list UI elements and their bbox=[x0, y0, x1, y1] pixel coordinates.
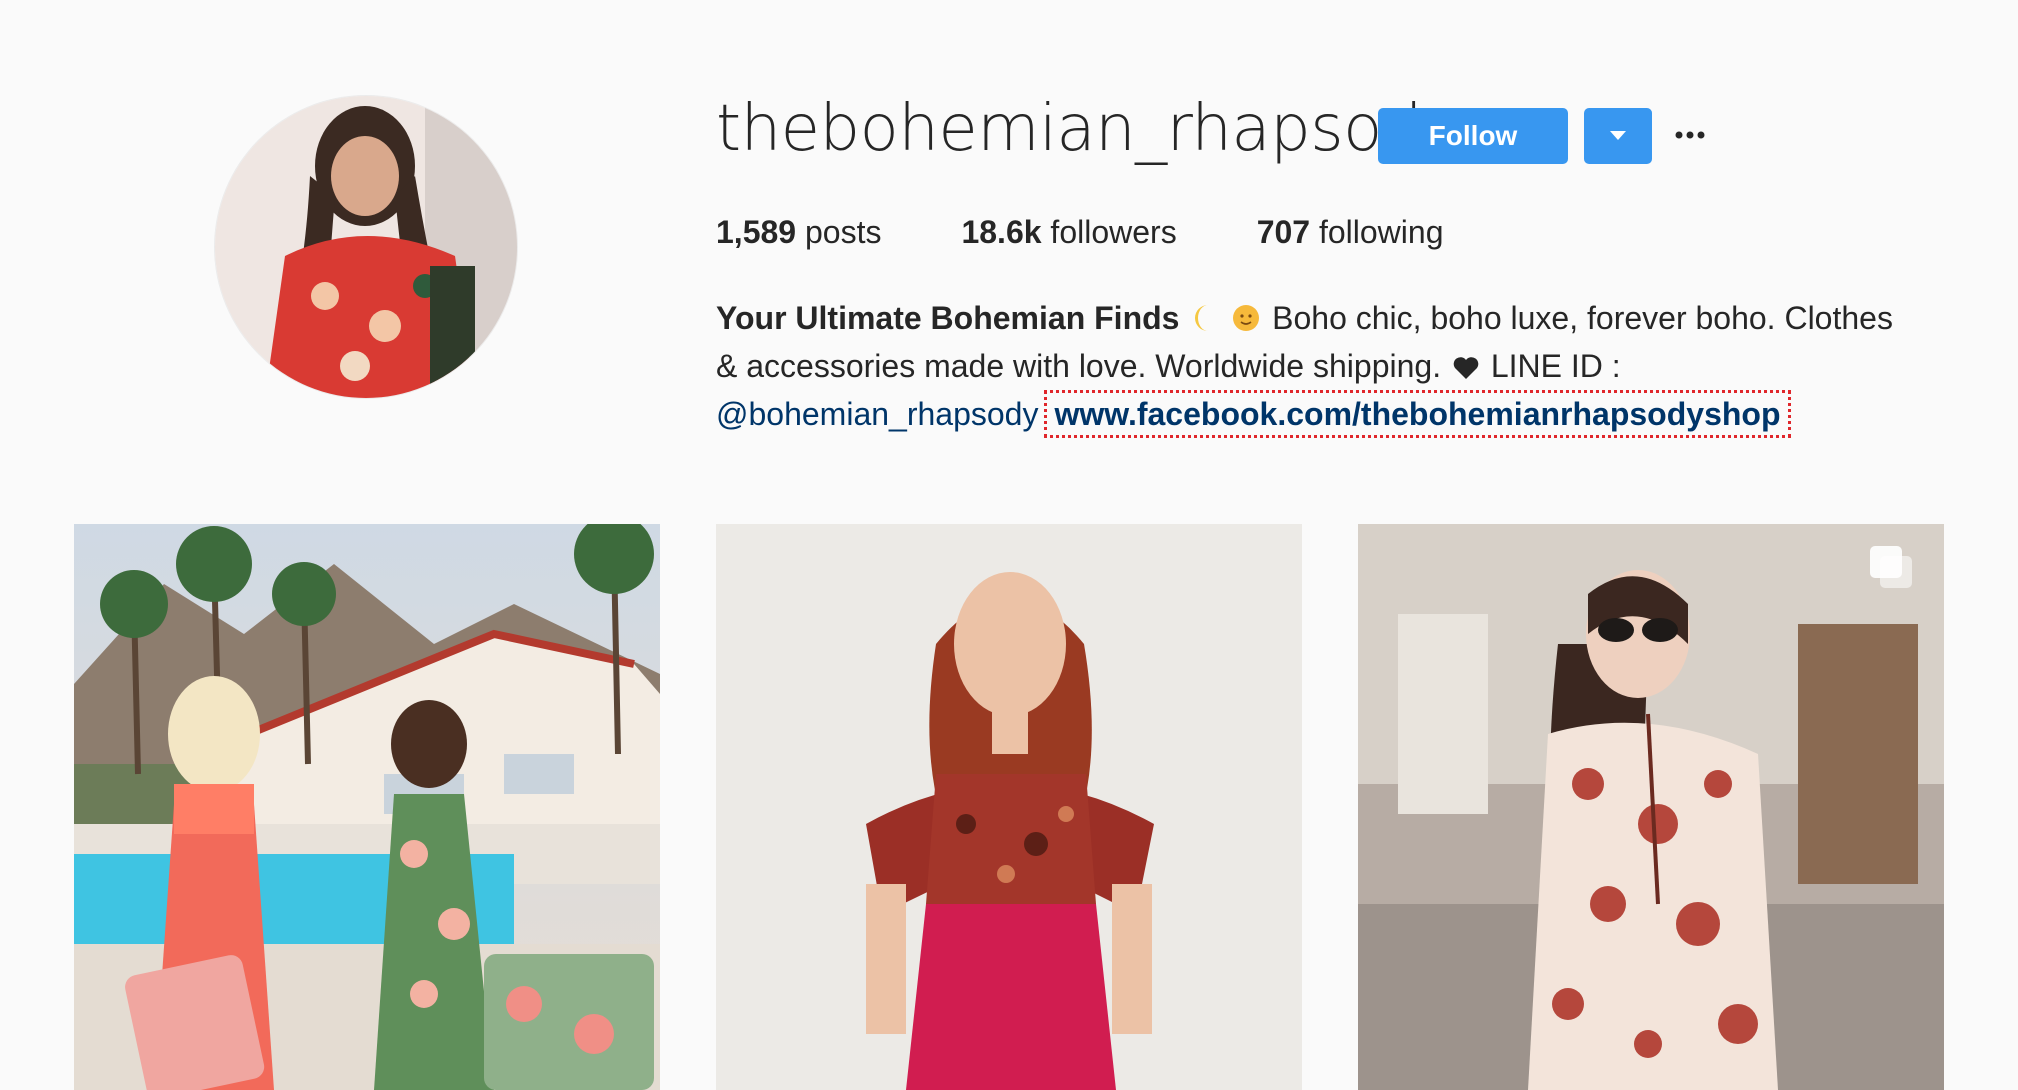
profile-username: thebohemian_rhapsody bbox=[716, 92, 1460, 166]
following-stat[interactable]: 707 following bbox=[1257, 214, 1444, 251]
multiple-photos-icon bbox=[1870, 546, 1912, 588]
post-red-ruffle-top[interactable] bbox=[716, 524, 1302, 1090]
profile-bio: Your Ultimate Bohemian Finds Boho chic, … bbox=[716, 294, 1956, 438]
sun-face-icon bbox=[1233, 305, 1260, 331]
follow-button[interactable]: Follow bbox=[1378, 108, 1568, 164]
followers-count: 18.6k bbox=[961, 214, 1042, 250]
posts-grid bbox=[74, 524, 1944, 1090]
profile-avatar[interactable] bbox=[215, 96, 517, 398]
bio-text-line-id: LINE ID : bbox=[1490, 348, 1621, 384]
post-floral-dress[interactable] bbox=[1358, 524, 1944, 1090]
posts-stat: 1,589 posts bbox=[716, 214, 881, 251]
followers-stat[interactable]: 18.6k followers bbox=[961, 214, 1176, 251]
followers-label: followers bbox=[1050, 214, 1177, 250]
caret-down-icon bbox=[1610, 131, 1626, 140]
bio-mention-link[interactable]: @bohemian_rhapsody bbox=[716, 396, 1038, 432]
posts-count: 1,589 bbox=[716, 214, 797, 250]
crescent-moon-icon bbox=[1195, 305, 1209, 331]
profile-stats: 1,589 posts 18.6k followers 707 followin… bbox=[716, 214, 1523, 251]
more-options-icon bbox=[1675, 131, 1705, 139]
more-options-button[interactable] bbox=[1672, 120, 1708, 150]
following-label: following bbox=[1318, 214, 1444, 250]
website-link[interactable]: www.facebook.com/thebohemianrhapsodyshop bbox=[1044, 390, 1791, 438]
posts-label: posts bbox=[804, 214, 882, 250]
bio-text-line2: & accessories made with love. Worldwide … bbox=[716, 348, 1442, 384]
profile-full-name: Your Ultimate Bohemian Finds bbox=[716, 300, 1180, 336]
heart-icon bbox=[1453, 357, 1479, 379]
following-count: 707 bbox=[1256, 214, 1311, 250]
bio-text-line1: Boho chic, boho luxe, forever boho. Clot… bbox=[1272, 300, 1893, 336]
post-pool-suitcases[interactable] bbox=[74, 524, 660, 1090]
suggested-accounts-dropdown-button[interactable] bbox=[1584, 108, 1652, 164]
